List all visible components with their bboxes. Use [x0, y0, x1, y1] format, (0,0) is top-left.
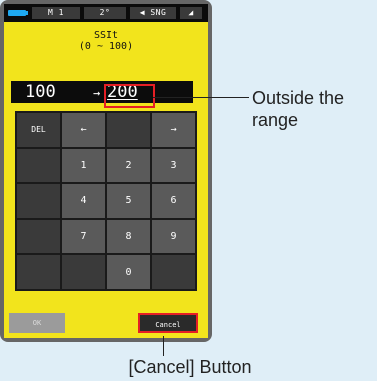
- digit-key-9[interactable]: 9: [152, 219, 195, 254]
- digit-key-2[interactable]: 2: [107, 148, 150, 183]
- keypad: DEL ← → 1 2 3 4 5 6 7 8 9 0: [15, 111, 197, 291]
- delete-key[interactable]: DEL: [17, 113, 60, 147]
- out-of-range-highlight: [104, 84, 155, 108]
- blank-key: [152, 255, 195, 289]
- sync-indicator: ◀ SNG: [130, 7, 176, 19]
- left-arrow-key[interactable]: ←: [62, 113, 105, 147]
- title-range: (0 ~ 100): [78, 41, 134, 52]
- digit-key-3[interactable]: 3: [152, 148, 195, 183]
- blank-key: [17, 219, 60, 254]
- meter-device: M 1 2° ◀ SNG ◢ SSIt (0 ~ 100) DEL ← → 1 …: [0, 0, 212, 342]
- mode-icon: ◢: [180, 7, 202, 19]
- mode-indicator: M 1: [32, 7, 80, 19]
- out-of-range-annotation: Outside the range: [252, 88, 345, 130]
- digit-key-6[interactable]: 6: [152, 184, 195, 218]
- right-arrow-key[interactable]: →: [152, 113, 195, 147]
- annotation-leader-line: [163, 336, 164, 356]
- digit-key-5[interactable]: 5: [107, 184, 150, 218]
- blank-key: [17, 184, 60, 218]
- page-title: SSIt (0 ~ 100): [4, 30, 208, 52]
- status-bar: M 1 2° ◀ SNG ◢: [4, 4, 208, 22]
- battery-tip: [26, 11, 28, 15]
- digit-key-4[interactable]: 4: [62, 184, 105, 218]
- battery-level: [8, 10, 26, 16]
- cancel-button-annotation: [Cancel] Button: [128, 357, 252, 377]
- arrow-icon: →: [93, 86, 101, 100]
- digit-key-7[interactable]: 7: [62, 219, 105, 254]
- blank-key: [17, 255, 60, 289]
- cancel-button[interactable]: Cancel: [138, 313, 198, 333]
- value-display: 100 → 200: [11, 81, 193, 103]
- ok-button[interactable]: OK: [9, 313, 65, 333]
- temperature-indicator: 2°: [84, 7, 126, 19]
- blank-key: [17, 148, 60, 183]
- screen: M 1 2° ◀ SNG ◢ SSIt (0 ~ 100) DEL ← → 1 …: [4, 4, 208, 338]
- blank-key: [107, 113, 150, 147]
- sync-label: SNG: [150, 8, 167, 17]
- blank-key: [62, 255, 105, 289]
- title-label: SSIt: [93, 30, 119, 41]
- digit-key-0[interactable]: 0: [107, 255, 150, 289]
- digit-key-8[interactable]: 8: [107, 219, 150, 254]
- sync-icon: ◀: [139, 8, 146, 17]
- battery-icon: [8, 7, 30, 19]
- digit-key-1[interactable]: 1: [62, 148, 105, 183]
- annotation-leader-line: [153, 97, 249, 98]
- current-value: 100: [25, 82, 56, 102]
